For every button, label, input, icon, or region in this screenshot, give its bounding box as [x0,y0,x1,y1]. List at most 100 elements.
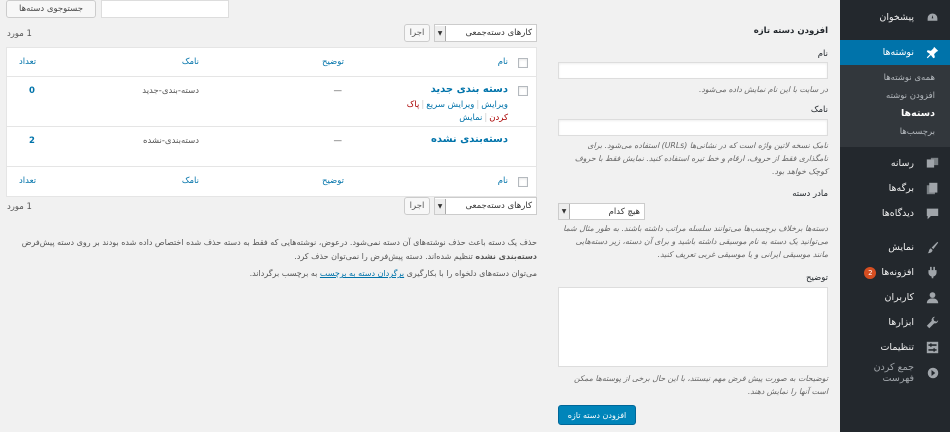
category-tag-converter-link[interactable]: برگردان دسته به برچسب [320,269,404,278]
submenu-all-posts[interactable]: همه‌ی نوشته‌ها [840,69,950,87]
menu-settings[interactable]: تنظیمات [840,335,950,360]
dropdown-arrow-icon: ▼ [559,204,570,219]
delete-note: حذف یک دسته باعث حذف نوشته‌های آن دسته ن… [21,238,537,261]
row-checkbox[interactable] [518,86,528,96]
parent-category-select[interactable]: هیچ کدام ▼ [558,203,645,220]
menu-comments-label: دیدگاه‌ها [881,208,914,219]
posts-submenu: همه‌ی نوشته‌ها افزودن نوشته دسته‌ها برچس… [840,65,950,147]
category-name-input[interactable] [558,62,828,79]
column-count-footer[interactable]: تعداد [19,176,36,186]
table-header: نام توضیح نامک تعداد [7,48,536,77]
category-slug-input[interactable] [558,119,828,136]
menu-plugins-label: افزونه‌ها [881,267,914,278]
pin-icon [925,45,940,60]
name-help: در سایت با این نام نمایش داده می‌شود. [698,85,828,94]
select-all-checkbox[interactable] [518,58,528,68]
menu-users[interactable]: کاربران [840,285,950,310]
column-slug[interactable]: نامک [182,57,199,67]
menu-media[interactable]: رسانه [840,151,950,176]
plugins-update-badge: 2 [864,266,877,279]
menu-posts-label: نوشته‌ها [882,47,914,58]
search-categories-input[interactable] [101,0,229,18]
edit-link[interactable]: ویرایش [481,100,508,110]
users-icon [925,290,940,305]
category-name-link[interactable]: دسته بندی جدید [431,84,508,95]
category-description: — [333,136,343,146]
quick-edit-link[interactable]: ویرایش سریع [426,100,474,110]
pages-icon [925,181,940,196]
menu-pages-label: برگه‌ها [888,183,914,194]
menu-posts[interactable]: نوشته‌ها [832,40,950,65]
parent-label: مادر دسته [792,189,828,199]
table-footer: نام توضیح نامک تعداد [7,167,536,196]
bulk-actions-select-top[interactable]: کارهای دسته‌جمعی ▼ [434,24,537,42]
bulk-apply-button-bottom[interactable]: اجرا [404,197,430,215]
name-label: نام [817,49,828,59]
select-all-checkbox-footer[interactable] [518,177,528,187]
description-help: توضیحات به صورت پیش فرض مهم نیستند، با ا… [574,374,828,397]
add-category-title: افزودن دسته تازه [753,26,828,36]
menu-users-label: کاربران [884,292,914,303]
menu-appearance-label: نمایش [888,242,914,253]
category-slug: دسته‌بندی-نشده [142,136,199,146]
slug-help: نامک نسخه لاتین واژه است که در نشانی‌ها … [574,141,828,177]
submenu-categories[interactable]: دسته‌ها [840,105,950,123]
menu-comments[interactable]: دیدگاه‌ها [840,201,950,226]
collapse-menu-button[interactable]: جمع کردن فهرست [840,360,950,385]
collapse-icon [925,365,940,380]
category-notes: حذف یک دسته باعث حذف نوشته‌های آن دسته ن… [6,236,537,281]
column-slug-footer[interactable]: نامک [182,176,199,186]
column-description-footer[interactable]: توضیح [322,176,344,186]
column-name-footer[interactable]: نام [498,176,508,186]
category-count-link[interactable]: 2 [29,136,35,146]
parent-select-value: هیچ کدام [608,206,640,217]
column-count[interactable]: تعداد [19,57,36,67]
menu-tools-label: ابزارها [888,317,914,328]
items-count-bottom: 1 مورد [7,202,32,212]
column-description[interactable]: توضیح [322,57,344,67]
categories-table: نام توضیح نامک تعداد دسته بندی جدید ویرا… [6,47,537,197]
slug-label: نامک [810,105,828,115]
category-description: — [333,86,343,96]
description-label: توضیح [805,273,828,283]
items-count-top: 1 مورد [7,29,32,39]
submenu-tags[interactable]: برچسب‌ها [840,123,950,141]
bulk-actions-select-bottom[interactable]: کارهای دسته‌جمعی ▼ [434,197,537,215]
dropdown-arrow-icon: ▼ [435,198,446,214]
admin-sidebar: پیشخوان نوشته‌ها همه‌ی نوشته‌ها افزودن ن… [832,0,950,432]
menu-plugins[interactable]: افزونه‌ها 2 [840,260,950,285]
bulk-actions-top: اجرا کارهای دسته‌جمعی ▼ [404,24,537,42]
category-name-link[interactable]: دسته‌بندی نشده [431,134,508,145]
dropdown-arrow-icon: ▼ [435,25,446,41]
tools-icon [925,315,940,330]
menu-tools[interactable]: ابزارها [840,310,950,335]
media-icon [925,156,940,171]
bulk-actions-label-top: کارهای دسته‌جمعی [465,28,532,38]
category-count-link[interactable]: 0 [29,86,35,96]
category-slug: دسته-بندی-جدید [142,86,199,96]
bulk-apply-button-top[interactable]: اجرا [404,24,430,42]
menu-dashboard[interactable]: پیشخوان [840,5,950,30]
parent-help: دسته‌ها برخلاف برچسب‌ها می‌توانند سلسله … [563,224,828,260]
settings-icon [925,340,940,355]
convert-note: می‌توان دسته‌های دلخواه را با بکارگیری ب… [249,269,537,278]
view-link[interactable]: نمایش [459,113,482,123]
column-name[interactable]: نام [498,57,508,67]
category-description-textarea[interactable] [558,287,828,367]
submenu-add-post[interactable]: افزودن نوشته [840,87,950,105]
table-row: دسته‌بندی نشده — دسته‌بندی-نشده 2 [7,127,536,167]
default-category-name: دسته‌بندی نشده [475,252,537,261]
menu-settings-label: تنظیمات [880,342,914,353]
dashboard-icon [925,10,940,25]
bulk-actions-label-bottom: کارهای دسته‌جمعی [465,201,532,211]
plugins-icon [925,265,940,280]
menu-appearance[interactable]: نمایش [840,235,950,260]
menu-pages[interactable]: برگه‌ها [840,176,950,201]
collapse-menu-label: جمع کردن فهرست [873,361,914,384]
search-categories-button[interactable]: جستوجوی دسته‌ها [6,0,96,18]
table-row: دسته بندی جدید ویرایش|ویرایش سریع|پاک کر… [7,77,536,127]
menu-media-label: رسانه [890,158,914,169]
add-category-button[interactable]: افزودن دسته تازه [558,405,636,425]
bulk-actions-bottom: اجرا کارهای دسته‌جمعی ▼ [404,197,537,215]
appearance-icon [925,240,940,255]
